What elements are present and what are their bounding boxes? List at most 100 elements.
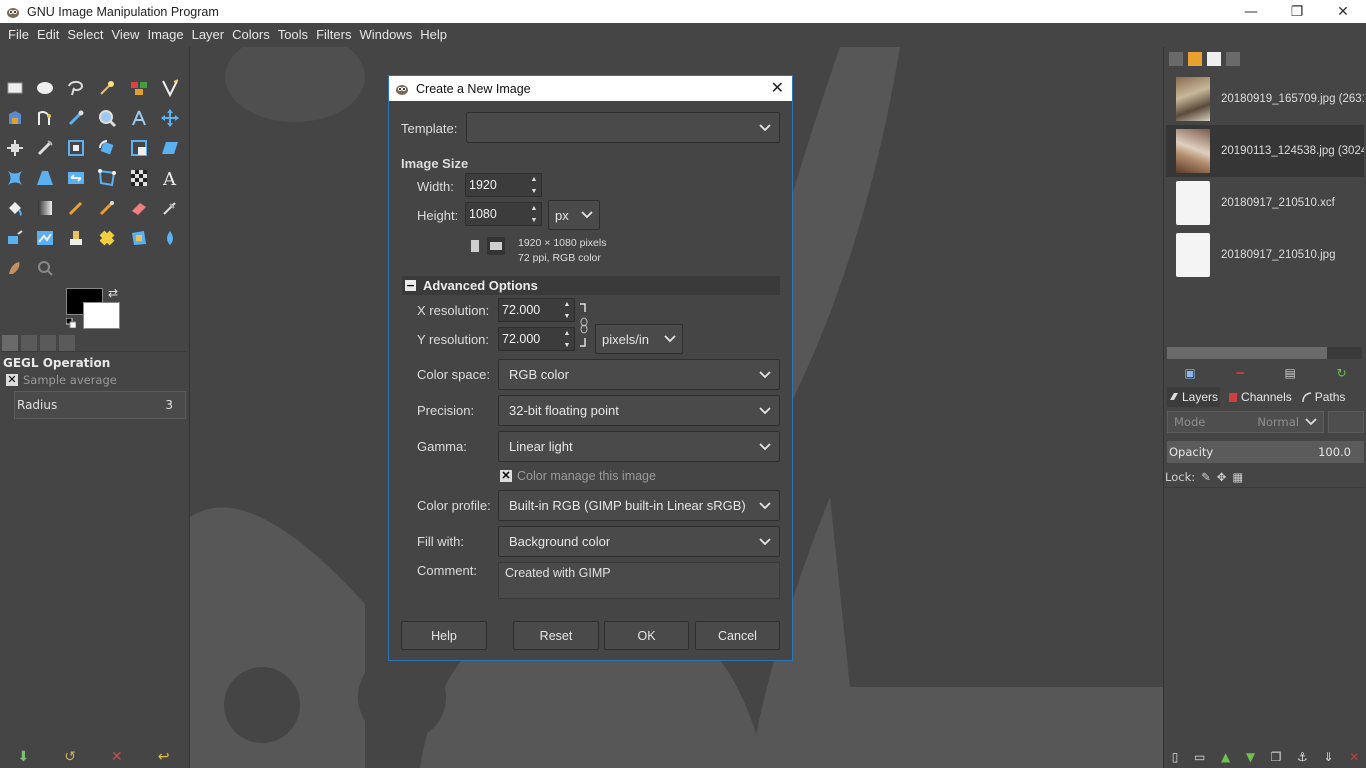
images-tab-icon[interactable]: [59, 334, 75, 351]
ink-tool-icon[interactable]: [2, 225, 28, 251]
tab-layers[interactable]: Layers: [1167, 387, 1221, 407]
lower-layer-icon[interactable]: ▼: [1246, 750, 1255, 764]
opacity-spinscale[interactable]: Opacity 100.0: [1167, 441, 1364, 463]
ellipse-select-tool-icon[interactable]: [32, 75, 58, 101]
merge-layer-icon[interactable]: ⇓: [1323, 750, 1333, 764]
color-profile-select[interactable]: Built-in RGB (GIMP built-in Linear sRGB): [498, 490, 780, 521]
eraser-tool-icon[interactable]: [126, 195, 152, 221]
gradient-tool-icon[interactable]: [32, 195, 58, 221]
brushes-tab-icon[interactable]: [1169, 52, 1183, 66]
x-resolution-input[interactable]: 72.000 ▲ ▼: [498, 298, 575, 322]
lock-alpha-icon[interactable]: ▦: [1232, 470, 1243, 484]
y-resolution-input[interactable]: 72.000 ▲ ▼: [498, 327, 575, 351]
text-tool-icon[interactable]: A: [157, 165, 183, 191]
menu-windows[interactable]: Windows: [355, 23, 416, 47]
scissors-select-tool-icon[interactable]: [157, 75, 183, 101]
flip-tool-icon[interactable]: [63, 165, 89, 191]
measure-tool-icon[interactable]: [126, 105, 152, 131]
menu-file[interactable]: File: [4, 23, 33, 47]
height-input[interactable]: 1080 ▲ ▼: [465, 202, 542, 226]
new-layer-icon[interactable]: ▯: [1172, 750, 1179, 764]
patterns-tab-icon[interactable]: [1188, 52, 1202, 66]
menu-filters[interactable]: Filters: [312, 23, 355, 47]
new-layer-group-icon[interactable]: ▭: [1194, 750, 1205, 764]
image-list-item[interactable]: 20180917_210510.xcf: [1166, 177, 1364, 229]
shear-tool-icon[interactable]: [157, 135, 183, 161]
tab-channels[interactable]: Channels: [1226, 387, 1294, 407]
foreground-select-tool-icon[interactable]: [2, 105, 28, 131]
raise-display-icon[interactable]: ▤: [1284, 366, 1295, 380]
warp-transform-tool-icon[interactable]: [2, 165, 28, 191]
precision-select[interactable]: 32-bit floating point: [498, 395, 780, 426]
color-picker-tool-icon[interactable]: [63, 105, 89, 131]
color-space-select[interactable]: RGB color: [498, 359, 780, 390]
menu-layer[interactable]: Layer: [188, 23, 229, 47]
align-tool-icon[interactable]: [2, 135, 28, 161]
rect-select-tool-icon[interactable]: [2, 75, 28, 101]
duplicate-layer-icon[interactable]: ❐: [1271, 750, 1282, 764]
menu-help[interactable]: Help: [416, 23, 451, 47]
comment-textarea[interactable]: Created with GIMP: [498, 562, 780, 599]
reset-button[interactable]: Reset: [513, 621, 599, 650]
spin-arrows-icon[interactable]: ▲ ▼: [529, 204, 539, 226]
help-button[interactable]: Help: [401, 621, 487, 650]
menu-colors[interactable]: Colors: [228, 23, 274, 47]
bucket-fill-tool-icon[interactable]: [2, 195, 28, 221]
mode-switch-button[interactable]: [1328, 411, 1364, 433]
pencil-tool-icon[interactable]: [63, 195, 89, 221]
anchor-layer-icon[interactable]: ⚓: [1297, 750, 1308, 764]
fill-with-select[interactable]: Background color: [498, 526, 780, 557]
restore-options-icon[interactable]: ↺: [64, 749, 76, 765]
checkbox-checked-icon[interactable]: ✕: [500, 470, 512, 482]
zoom-tool-icon[interactable]: [94, 105, 120, 131]
airbrush-tool-icon[interactable]: [157, 195, 183, 221]
fuzzy-select-tool-icon[interactable]: [94, 75, 120, 101]
perspective-clone-tool-icon[interactable]: [126, 225, 152, 251]
minimize-button[interactable]: —: [1228, 0, 1274, 23]
images-list-tab-icon[interactable]: [1226, 52, 1240, 66]
paths-tool-icon[interactable]: [32, 105, 58, 131]
device-status-tab-icon[interactable]: [21, 334, 37, 351]
cancel-button[interactable]: Cancel: [695, 621, 780, 650]
sample-average-option[interactable]: ✕ Sample average: [0, 372, 187, 388]
radius-value[interactable]: 3: [165, 398, 173, 412]
size-unit-select[interactable]: px: [548, 200, 600, 230]
undo-history-tab-icon[interactable]: [40, 334, 56, 351]
refresh-icon[interactable]: ↻: [1337, 366, 1347, 380]
resolution-unit-select[interactable]: pixels/in: [595, 324, 683, 354]
swap-colors-icon[interactable]: ⇄: [108, 286, 118, 300]
blur-tool-icon[interactable]: [157, 225, 183, 251]
dodge-burn-tool-icon[interactable]: [32, 255, 58, 281]
width-input[interactable]: 1920 ▲ ▼: [465, 173, 542, 197]
image-list-item[interactable]: 20180919_165709.jpg (2631: [1166, 73, 1364, 125]
cage-transform-tool-icon[interactable]: [94, 165, 120, 191]
landscape-icon[interactable]: [487, 237, 505, 255]
delete-layer-icon[interactable]: ✕: [1349, 750, 1359, 764]
paintbrush-tool-icon[interactable]: [94, 195, 120, 221]
raise-layer-icon[interactable]: ▲: [1221, 750, 1230, 764]
spin-arrows-icon[interactable]: ▲ ▼: [562, 329, 572, 351]
fonts-tab-icon[interactable]: [1207, 52, 1221, 66]
select-by-color-tool-icon[interactable]: [126, 75, 152, 101]
reset-options-icon[interactable]: ↩: [158, 749, 170, 765]
unified-transform-tool-icon[interactable]: [63, 135, 89, 161]
chain-link-icon[interactable]: [579, 302, 589, 348]
lock-pixels-icon[interactable]: ✎: [1201, 470, 1211, 484]
images-horizontal-scrollbar[interactable]: [1167, 347, 1362, 359]
advanced-options-expander[interactable]: − Advanced Options: [402, 276, 780, 295]
perspective-tool-icon[interactable]: [32, 165, 58, 191]
window-close-button[interactable]: ✕: [1320, 0, 1366, 23]
dialog-close-button[interactable]: ✕: [771, 78, 784, 97]
portrait-icon[interactable]: [467, 238, 483, 254]
menu-edit[interactable]: Edit: [33, 23, 63, 47]
new-display-icon[interactable]: ▣: [1184, 366, 1195, 380]
radius-spinbutton[interactable]: Radius 3: [14, 391, 186, 419]
mypaint-brush-tool-icon[interactable]: [126, 165, 152, 191]
image-list-item[interactable]: 20190113_124538.jpg (3024: [1166, 125, 1364, 177]
tool-options-tab-icon[interactable]: [2, 334, 18, 351]
mypaint-tool-icon[interactable]: [32, 225, 58, 251]
rotate-tool-icon[interactable]: [94, 135, 120, 161]
crop-tool-icon[interactable]: [32, 135, 58, 161]
color-manage-checkbox[interactable]: ✕ Color manage this image: [500, 469, 656, 483]
menu-view[interactable]: View: [108, 23, 144, 47]
